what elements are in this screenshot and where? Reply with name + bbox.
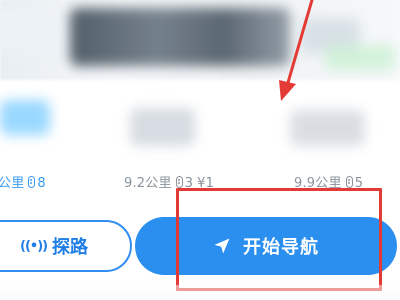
bottom-edge	[0, 285, 400, 300]
navigation-screen: 公里 8 9.2公里 3 ¥1 9.9公里 5 ((•)) 探路 开始导航	[0, 0, 400, 300]
annotation-arrow-icon	[279, 0, 314, 101]
